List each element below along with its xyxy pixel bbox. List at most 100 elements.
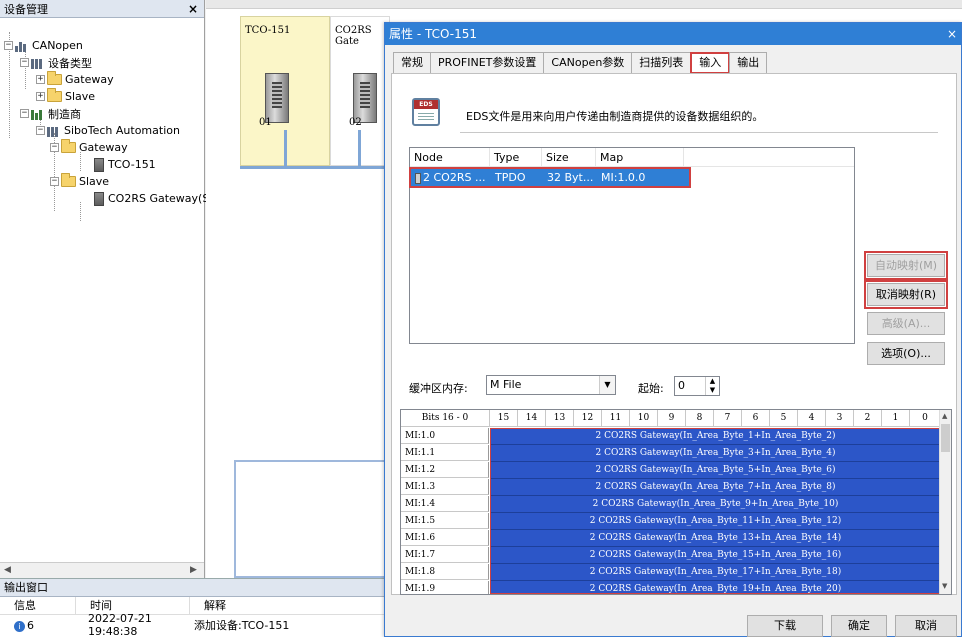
close-icon[interactable]: × — [188, 2, 198, 16]
tab-input[interactable]: 输入 — [690, 52, 731, 74]
bits-row-label[interactable]: MI:1.5 — [401, 513, 489, 529]
scroll-left-icon[interactable]: ◀ — [4, 565, 11, 575]
bits-mapped-cell[interactable]: 2 CO2RS Gateway(In_Area_Byte_15+In_Area_… — [490, 547, 941, 564]
ok-button[interactable]: 确定 — [831, 615, 887, 637]
device-panel-title: 设备管理 — [4, 2, 48, 16]
bits-row-label[interactable]: MI:1.0 — [401, 428, 489, 444]
tree-label: Slave — [65, 90, 96, 103]
network-icon — [15, 40, 29, 52]
bits-row-label[interactable]: MI:1.6 — [401, 530, 489, 546]
bits-row-label[interactable]: MI:1.4 — [401, 496, 489, 512]
tree-item-type-gateway[interactable]: + Gateway — [36, 71, 114, 88]
auto-map-button[interactable]: 自动映射(M) — [864, 251, 948, 280]
bits-mapped-cell[interactable]: 2 CO2RS Gateway(In_Area_Byte_1+In_Area_B… — [490, 428, 941, 445]
tree-item-co2rs-gateway[interactable]: CO2RS Gateway(S — [94, 190, 209, 207]
tree-item-device-types[interactable]: − 设备类型 — [20, 54, 92, 71]
bits-row-label[interactable]: MI:1.9 — [401, 581, 489, 594]
scroll-thumb[interactable] — [941, 424, 950, 452]
row-desc: 添加设备:TCO-151 — [194, 619, 290, 632]
tree-item-vendor-slave[interactable]: − Slave — [50, 173, 109, 190]
folder-icon — [61, 139, 76, 153]
tab-canopen[interactable]: CANopen参数 — [543, 52, 633, 74]
collapse-icon[interactable]: − — [50, 143, 59, 152]
device-group-icon — [31, 57, 45, 69]
slave-device-icon — [353, 73, 377, 123]
options-button[interactable]: 选项(O)... — [867, 342, 945, 365]
tree-item-manufacturers[interactable]: − 制造商 — [20, 105, 81, 122]
tab-scan-list[interactable]: 扫描列表 — [631, 52, 692, 74]
col-desc[interactable]: 解释 — [190, 597, 390, 614]
slot-number: 02 — [349, 117, 362, 128]
tree-item-tco-151[interactable]: TCO-151 — [94, 156, 156, 173]
mapping-row-selected[interactable]: 2 CO2RS ... TPDO 32 Byt... MI:1.0.0 — [409, 167, 691, 188]
buffer-select[interactable]: M File ▼ — [486, 375, 616, 395]
scroll-right-icon[interactable]: ▶ — [190, 565, 197, 575]
collapse-icon[interactable]: − — [36, 126, 45, 135]
tree-label: 设备类型 — [48, 56, 92, 70]
bits-row-label[interactable]: MI:1.7 — [401, 547, 489, 563]
tree-item-vendor-gateway[interactable]: − Gateway — [50, 139, 128, 156]
tree-label: Gateway — [65, 73, 114, 86]
col-map[interactable]: Map — [596, 148, 684, 167]
buffer-label: 缓冲区内存: — [409, 382, 468, 395]
tab-profinet[interactable]: PROFINET参数设置 — [430, 52, 545, 74]
collapse-icon[interactable]: − — [20, 58, 29, 67]
vertical-scrollbar[interactable]: ▲ ▼ — [939, 410, 951, 594]
tree-label: TCO-151 — [108, 158, 156, 171]
start-stepper[interactable]: 0 ▲ ▼ — [674, 376, 720, 396]
bits-mapped-cell[interactable]: 2 CO2RS Gateway(In_Area_Byte_11+In_Area_… — [490, 513, 941, 530]
download-button[interactable]: 下载 — [747, 615, 823, 637]
input-tab-panel: EDS文件是用来向用户传递由制造商提供的设备数据组织的。 Node Type S… — [391, 73, 957, 595]
horizontal-scrollbar[interactable]: ◀ ▶ — [0, 562, 204, 578]
dialog-title: 属性 - TCO-151 — [389, 27, 477, 41]
tree-label: CO2RS Gateway(S — [108, 192, 210, 205]
expand-icon[interactable]: + — [36, 75, 45, 84]
cancel-map-button[interactable]: 取消映射(R) — [864, 280, 948, 309]
spin-icon[interactable]: ▲ ▼ — [705, 377, 719, 395]
bus-drop — [358, 130, 361, 166]
tree-item-vendor[interactable]: − SiboTech Automation — [36, 122, 180, 139]
dropdown-arrow-icon[interactable]: ▼ — [599, 376, 615, 394]
bits-row-label[interactable]: MI:1.8 — [401, 564, 489, 580]
bits-row-label[interactable]: MI:1.2 — [401, 462, 489, 478]
bits-row-label[interactable]: MI:1.3 — [401, 479, 489, 495]
col-size[interactable]: Size — [542, 148, 596, 167]
device-management-panel: 设备管理 × − CANopen − 设备类型 + Gateway + Slav… — [0, 0, 209, 578]
tab-general[interactable]: 常规 — [393, 52, 431, 74]
lower-frame — [234, 460, 394, 578]
slot-label: TCO-151 — [245, 25, 291, 36]
bits-mapped-cell[interactable]: 2 CO2RS Gateway(In_Area_Byte_9+In_Area_B… — [490, 496, 941, 513]
advanced-button[interactable]: 高级(A)... — [867, 312, 945, 335]
mapping-list[interactable]: Node Type Size Map 2 CO2RS ... TPDO 32 B… — [409, 147, 855, 344]
bits-mapped-cell[interactable]: 2 CO2RS Gateway(In_Area_Byte_5+In_Area_B… — [490, 462, 941, 479]
scroll-down-icon[interactable]: ▼ — [942, 582, 947, 590]
close-icon[interactable]: × — [947, 23, 961, 45]
bits-mapped-cell[interactable]: 2 CO2RS Gateway(In_Area_Byte_3+In_Area_B… — [490, 445, 941, 462]
bits-mapped-cell[interactable]: 2 CO2RS Gateway(In_Area_Byte_7+In_Area_B… — [490, 479, 941, 496]
bits-mapped-cell[interactable]: 2 CO2RS Gateway(In_Area_Byte_19+In_Area_… — [490, 581, 941, 594]
bits-row-label[interactable]: MI:1.1 — [401, 445, 489, 461]
tree-item-canopen[interactable]: − CANopen — [4, 37, 83, 54]
collapse-icon[interactable]: − — [50, 177, 59, 186]
manufacturer-icon — [31, 108, 45, 120]
slot-label: CO2RS Gate — [335, 25, 372, 47]
dialog-title-bar[interactable]: 属性 - TCO-151 × — [385, 23, 961, 45]
bits-header: Bits 16 - 0 15 14 13 12 11 10 9 8 7 6 5 … — [401, 410, 941, 427]
start-value: 0 — [678, 379, 685, 392]
collapse-icon[interactable]: − — [4, 41, 13, 50]
bits-mapped-cell[interactable]: 2 CO2RS Gateway(In_Area_Byte_17+In_Area_… — [490, 564, 941, 581]
col-type[interactable]: Type — [490, 148, 542, 167]
cancel-button[interactable]: 取消 — [895, 615, 957, 637]
collapse-icon[interactable]: − — [20, 109, 29, 118]
col-info[interactable]: 信息 — [0, 597, 76, 614]
bits-mapped-cell[interactable]: 2 CO2RS Gateway(In_Area_Byte_13+In_Area_… — [490, 530, 941, 547]
properties-dialog: 属性 - TCO-151 × 常规 PROFINET参数设置 CANopen参数… — [384, 22, 962, 637]
bits-grid[interactable]: Bits 16 - 0 15 14 13 12 11 10 9 8 7 6 5 … — [400, 409, 952, 595]
folder-icon — [61, 173, 76, 187]
col-node[interactable]: Node — [410, 148, 490, 167]
tree-item-type-slave[interactable]: + Slave — [36, 88, 95, 105]
expand-icon[interactable]: + — [36, 92, 45, 101]
scroll-up-icon[interactable]: ▲ — [942, 412, 947, 420]
tab-bar: 常规 PROFINET参数设置 CANopen参数 扫描列表 输入 输出 — [393, 52, 768, 74]
tab-output[interactable]: 输出 — [729, 52, 768, 74]
